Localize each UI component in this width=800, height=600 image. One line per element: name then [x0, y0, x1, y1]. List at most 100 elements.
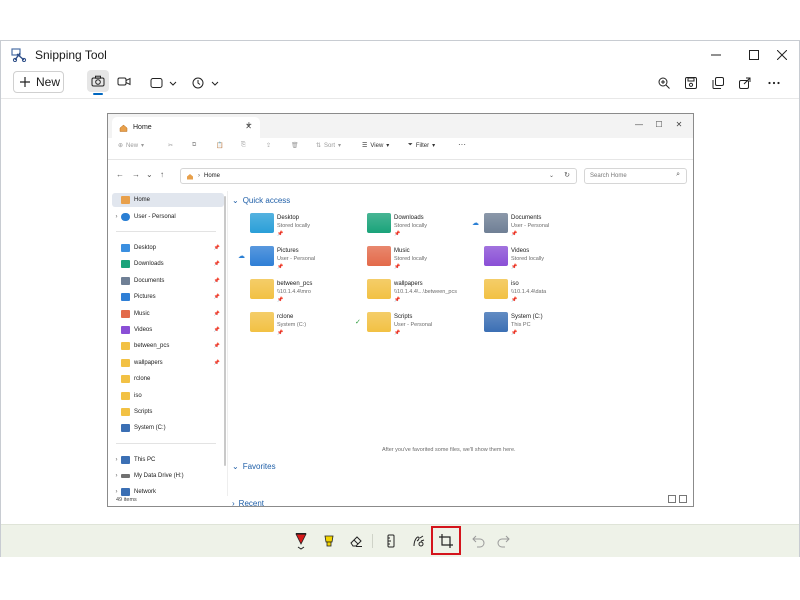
pin-icon: 📌: [213, 261, 220, 268]
nav-network: › Network: [115, 488, 157, 496]
folder-name: Pictures: [277, 248, 299, 254]
folder-location: Stored locally: [394, 223, 428, 229]
explorer-tab: Home ✕: [112, 117, 260, 138]
markup-toolbar: [1, 524, 799, 557]
folder-icon: [367, 279, 391, 299]
copy-button[interactable]: [707, 72, 729, 94]
home-icon: [121, 196, 130, 204]
share-button[interactable]: [734, 72, 756, 94]
explorer-tab-bar: Home ✕ + — ☐ ✕: [108, 114, 693, 138]
folder-icon: [367, 246, 391, 266]
captured-screenshot: Home ✕ + — ☐ ✕ ⊕ New ▾ ✂ ⧉ 📋 ⎘ ⇪ 🗑 ⇅ Sort ▾ …: [107, 113, 694, 507]
plus-circle-icon: ⊕: [118, 143, 124, 149]
pin-icon: 📌: [511, 231, 518, 237]
cloud-icon: ☁: [238, 253, 245, 260]
folder-name: wallpapers: [394, 281, 423, 287]
folder-location: \\10.1.4.4\mro: [277, 289, 311, 295]
snipping-tool-app-icon: [11, 48, 27, 62]
ruler-button[interactable]: [380, 530, 402, 552]
nav-scrollbar: [224, 196, 226, 466]
crop-highlight-box: [431, 526, 461, 555]
active-mode-indicator: [93, 93, 103, 95]
snip-shape-dropdown[interactable]: [147, 72, 181, 94]
pin-icon: 📌: [213, 245, 220, 251]
folder-icon: [250, 312, 274, 332]
eraser-button[interactable]: [345, 530, 367, 552]
quick-access-item: Downloads Stored locally 📌: [367, 213, 482, 241]
folder-icon: [121, 326, 130, 334]
pin-icon: 📌: [394, 231, 401, 237]
folder-name: Documents: [511, 215, 542, 221]
save-button[interactable]: [680, 72, 702, 94]
maximize-button[interactable]: [739, 43, 769, 67]
folder-name: between_pcs: [277, 281, 313, 287]
copy-icon: ⧉: [192, 142, 197, 148]
timer-dropdown[interactable]: [189, 72, 223, 94]
folder-icon: [367, 213, 391, 233]
folder-location: Stored locally: [511, 256, 545, 262]
nav-personal: › User - Personal: [115, 213, 176, 221]
synced-check-icon: ✓: [355, 319, 361, 326]
pin-icon: 📌: [511, 330, 518, 336]
save-icon: [685, 77, 697, 89]
computer-icon: [121, 456, 130, 464]
redo-icon: [497, 535, 510, 548]
back-arrow-icon: ←: [116, 170, 124, 179]
nav-pinned-item: Music 📌: [112, 307, 224, 321]
folder-icon: [484, 312, 508, 332]
screenshot-mode-button[interactable]: [87, 70, 109, 92]
nav-pinned-item: Downloads 📌: [112, 257, 224, 271]
folder-name: System (C:): [511, 314, 543, 320]
dropdown-chevron-icon: ⌄: [146, 170, 153, 179]
ballpoint-pen-button[interactable]: [290, 530, 312, 552]
minimize-button[interactable]: [701, 43, 731, 67]
copy-icon: [712, 77, 724, 89]
toolbar-divider: [372, 534, 373, 548]
delete-icon: 🗑: [291, 143, 299, 149]
pin-icon: 📌: [213, 294, 220, 301]
tiles-view-icon: [679, 495, 687, 503]
eraser-icon: [350, 536, 362, 547]
ballpoint-pen-icon: [295, 533, 307, 550]
folder-icon: [367, 312, 391, 332]
cloud-icon: ☁: [472, 220, 479, 227]
explorer-tab-title: Home: [133, 124, 152, 131]
highlighter-button[interactable]: [318, 530, 340, 552]
folder-icon: [121, 260, 130, 269]
folder-icon: [484, 246, 508, 266]
quick-access-item: between_pcs \\10.1.4.4\mro 📌: [250, 279, 365, 307]
zoom-icon: [658, 77, 670, 89]
share-icon: [739, 77, 751, 89]
quick-access-item: Documents User - Personal 📌 ☁: [472, 213, 599, 241]
nav-pinned-item: Pictures 📌: [112, 290, 224, 304]
folder-name: Music: [394, 248, 410, 254]
zoom-button[interactable]: [653, 72, 675, 94]
nav-pinned-item: Scripts: [112, 405, 224, 419]
new-tab-icon: +: [246, 120, 252, 131]
new-snip-button[interactable]: New: [13, 71, 64, 93]
record-mode-button[interactable]: [113, 70, 135, 92]
folder-location: Stored locally: [394, 256, 428, 262]
rename-icon: ⎘: [241, 142, 246, 148]
more-options-button[interactable]: [763, 72, 785, 94]
redo-button[interactable]: [492, 530, 514, 552]
address-chevron-icon: ⌄: [548, 173, 554, 179]
pin-icon: 📌: [394, 264, 401, 270]
nav-pinned-item: rclone: [112, 372, 224, 386]
share-icon: ⇪: [266, 143, 272, 149]
close-button[interactable]: [767, 43, 797, 67]
explorer-close-icon: ✕: [675, 119, 683, 129]
details-view-icon: [668, 495, 676, 503]
folder-name: Desktop: [277, 215, 300, 221]
nav-pinned-item: System (C:): [112, 421, 224, 435]
folder-location: System (C:): [277, 322, 307, 328]
home-icon: [187, 173, 193, 179]
folder-icon: [121, 293, 130, 302]
pin-icon: 📌: [511, 297, 518, 303]
undo-button[interactable]: [468, 530, 490, 552]
pin-icon: 📌: [277, 330, 284, 336]
folder-icon: [121, 342, 130, 351]
undo-icon: [472, 535, 485, 548]
folder-location: User - Personal: [277, 256, 316, 262]
touch-writing-button[interactable]: [407, 530, 429, 552]
